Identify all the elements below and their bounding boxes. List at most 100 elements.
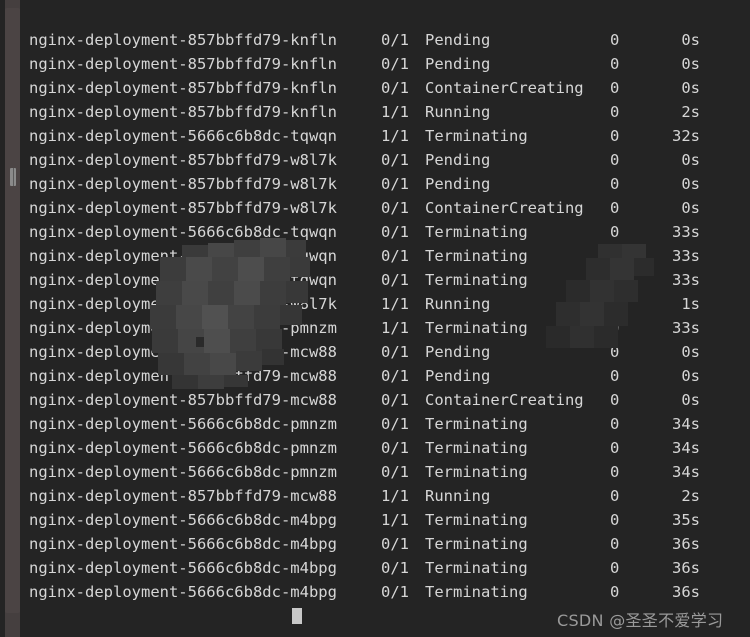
pod-restarts-cell: 0 <box>610 295 620 313</box>
pod-ready-cell: 1/1 <box>381 127 409 145</box>
pod-status-cell: Running <box>425 295 491 313</box>
pod-age-cell: 0s <box>681 199 700 217</box>
pod-restarts-cell: 0 <box>610 439 620 457</box>
pod-ready-cell: 0/1 <box>381 367 409 385</box>
table-row: nginx-deployment-857bbffd79-mcw88 1/1 Runn… <box>0 484 750 508</box>
pod-age-cell: 36s <box>672 583 700 601</box>
pod-age-cell: 0s <box>681 55 700 73</box>
pod-age-cell: 0s <box>681 343 700 361</box>
pod-ready-cell: 0/1 <box>381 439 409 457</box>
pod-restarts-cell: 0 <box>610 247 620 265</box>
table-row: nginx-deployment-857bbffd79-mcw88 0/1 Pend… <box>0 340 750 364</box>
pod-name-cell: nginx-deployment-857bbffd79-knfln <box>29 55 337 73</box>
pod-status-cell: Pending <box>425 151 491 169</box>
pod-name-cell: nginx-deployment-857bbffd79-w8l7k <box>29 175 337 193</box>
pod-ready-cell: 0/1 <box>381 79 409 97</box>
pod-age-cell: 36s <box>672 559 700 577</box>
pod-status-cell: Pending <box>425 55 491 73</box>
pod-restarts-cell: 0 <box>610 79 620 97</box>
pod-restarts-cell: 0 <box>610 415 620 433</box>
pod-restarts-cell: 0 <box>610 463 620 481</box>
pod-restarts-cell: 0 <box>610 367 620 385</box>
pod-ready-cell: 0/1 <box>381 31 409 49</box>
table-row: nginx-deployment-857bbffd79-knfln 1/1 Runn… <box>0 100 750 124</box>
pod-ready-cell: 0/1 <box>381 55 409 73</box>
pod-ready-cell: 0/1 <box>381 343 409 361</box>
pod-name-cell: nginx-deployment-857bbffd79-mcw88 <box>29 391 337 409</box>
pod-status-cell: Terminating <box>425 535 528 553</box>
pod-restarts-cell: 0 <box>610 271 620 289</box>
pod-ready-cell: 0/1 <box>381 559 409 577</box>
pod-name-cell: nginx-deployment-5666c6b8dc-pmnzm <box>29 319 337 337</box>
pod-age-cell: 0s <box>681 31 700 49</box>
pod-restarts-cell: 0 <box>610 151 620 169</box>
pod-ready-cell: 0/1 <box>381 415 409 433</box>
pod-age-cell: 0s <box>681 391 700 409</box>
table-row: nginx-deployment-5666c6b8dc-pmnzm 0/1 Term… <box>0 412 750 436</box>
pod-name-cell: nginx-deployment-5666c6b8dc-tqwqn <box>29 247 337 265</box>
pod-age-cell: 2s <box>681 103 700 121</box>
pod-name-cell: nginx-deployment-857bbffd79-mcw88 <box>29 343 337 361</box>
table-row: nginx-deployment-857bbffd79-knfln 0/1 Pend… <box>0 52 750 76</box>
pod-ready-cell: 1/1 <box>381 511 409 529</box>
pod-name-cell: nginx-deployment-5666c6b8dc-pmnzm <box>29 439 337 457</box>
pod-status-cell: Running <box>425 103 491 121</box>
pod-restarts-cell: 0 <box>610 391 620 409</box>
table-row: nginx-deployment-857bbffd79-mcw88 0/1 Cont… <box>0 388 750 412</box>
pod-status-cell: Terminating <box>425 463 528 481</box>
pod-restarts-cell: 0 <box>610 583 620 601</box>
pod-name-cell: nginx-deployment-5666c6b8dc-pmnzm <box>29 415 337 433</box>
pod-status-cell: Terminating <box>425 271 528 289</box>
pod-status-cell: Terminating <box>425 415 528 433</box>
pod-restarts-cell: 0 <box>610 55 620 73</box>
pod-age-cell: 0s <box>681 367 700 385</box>
pod-age-cell: 33s <box>672 319 700 337</box>
table-row: nginx-deployment-857bbffd79-w8l7k 0/1 Pend… <box>0 172 750 196</box>
pod-age-cell: 2s <box>681 487 700 505</box>
pod-name-cell: nginx-deployment-5666c6b8dc-tqwqn <box>29 271 337 289</box>
pod-age-cell: 34s <box>672 415 700 433</box>
pod-status-cell: Pending <box>425 175 491 193</box>
pod-restarts-cell: 0 <box>610 319 620 337</box>
terminal-window[interactable]: nginx-deployment-857bbffd79-knfln 0/1 Pend… <box>0 0 750 637</box>
pod-status-cell: Terminating <box>425 127 528 145</box>
table-row: nginx-deployment-5666c6b8dc-pmnzm 0/1 Term… <box>0 460 750 484</box>
pod-restarts-cell: 0 <box>610 127 620 145</box>
pod-name-cell: nginx-deployment-857bbffd79-w8l7k <box>29 199 337 217</box>
pod-status-cell: Terminating <box>425 583 528 601</box>
table-row: nginx-deployment-5666c6b8dc-m4bpg 0/1 Term… <box>0 556 750 580</box>
pod-status-cell: Pending <box>425 367 491 385</box>
pod-ready-cell: 0/1 <box>381 463 409 481</box>
pod-ready-cell: 0/1 <box>381 247 409 265</box>
pod-status-cell: Terminating <box>425 559 528 577</box>
pod-name-cell: nginx-deployment-5666c6b8dc-tqwqn <box>29 223 337 241</box>
pod-ready-cell: 1/1 <box>381 103 409 121</box>
pod-ready-cell: 1/1 <box>381 319 409 337</box>
table-row: nginx-deployment-5666c6b8dc-pmnzm 0/1 Term… <box>0 436 750 460</box>
pod-name-cell: nginx-deployment-857bbffd79-knfln <box>29 79 337 97</box>
table-row: nginx-deployment-857bbffd79-knfln 0/1 Pend… <box>0 28 750 52</box>
pod-status-cell: ContainerCreating <box>425 391 584 409</box>
pod-ready-cell: 0/1 <box>381 223 409 241</box>
pod-restarts-cell: 0 <box>610 199 620 217</box>
pod-ready-cell: 0/1 <box>381 175 409 193</box>
table-row: nginx-deployment-5666c6b8dc-m4bpg 0/1 Term… <box>0 580 750 604</box>
pod-status-cell: Terminating <box>425 247 528 265</box>
pod-restarts-cell: 0 <box>610 31 620 49</box>
pod-ready-cell: 0/1 <box>381 391 409 409</box>
table-row: nginx-deployment-5666c6b8dc-m4bpg 1/1 Term… <box>0 508 750 532</box>
pod-name-cell: nginx-deployment-5666c6b8dc-tqwqn <box>29 127 337 145</box>
pod-status-cell: Terminating <box>425 439 528 457</box>
pod-name-cell: nginx-deployment-5666c6b8dc-m4bpg <box>29 535 337 553</box>
table-row: nginx-deployment-857bbffd79-w8l7k 0/1 Pend… <box>0 148 750 172</box>
pod-name-cell: nginx-deployment-857bbffd79-mcw88 <box>29 367 337 385</box>
pod-ready-cell: 0/1 <box>381 535 409 553</box>
table-row: nginx-deployment-5666c6b8dc-tqwqn 0/1 Term… <box>0 244 750 268</box>
table-row: nginx-deployment-5666c6b8dc-m4bpg 0/1 Term… <box>0 532 750 556</box>
csdn-watermark: CSDN @圣圣不爱学习 <box>557 611 724 630</box>
pod-restarts-cell: 0 <box>610 535 620 553</box>
pod-status-cell: Terminating <box>425 511 528 529</box>
pod-status-cell: ContainerCreating <box>425 199 584 217</box>
pod-status-cell: Pending <box>425 31 491 49</box>
pod-age-cell: 34s <box>672 439 700 457</box>
